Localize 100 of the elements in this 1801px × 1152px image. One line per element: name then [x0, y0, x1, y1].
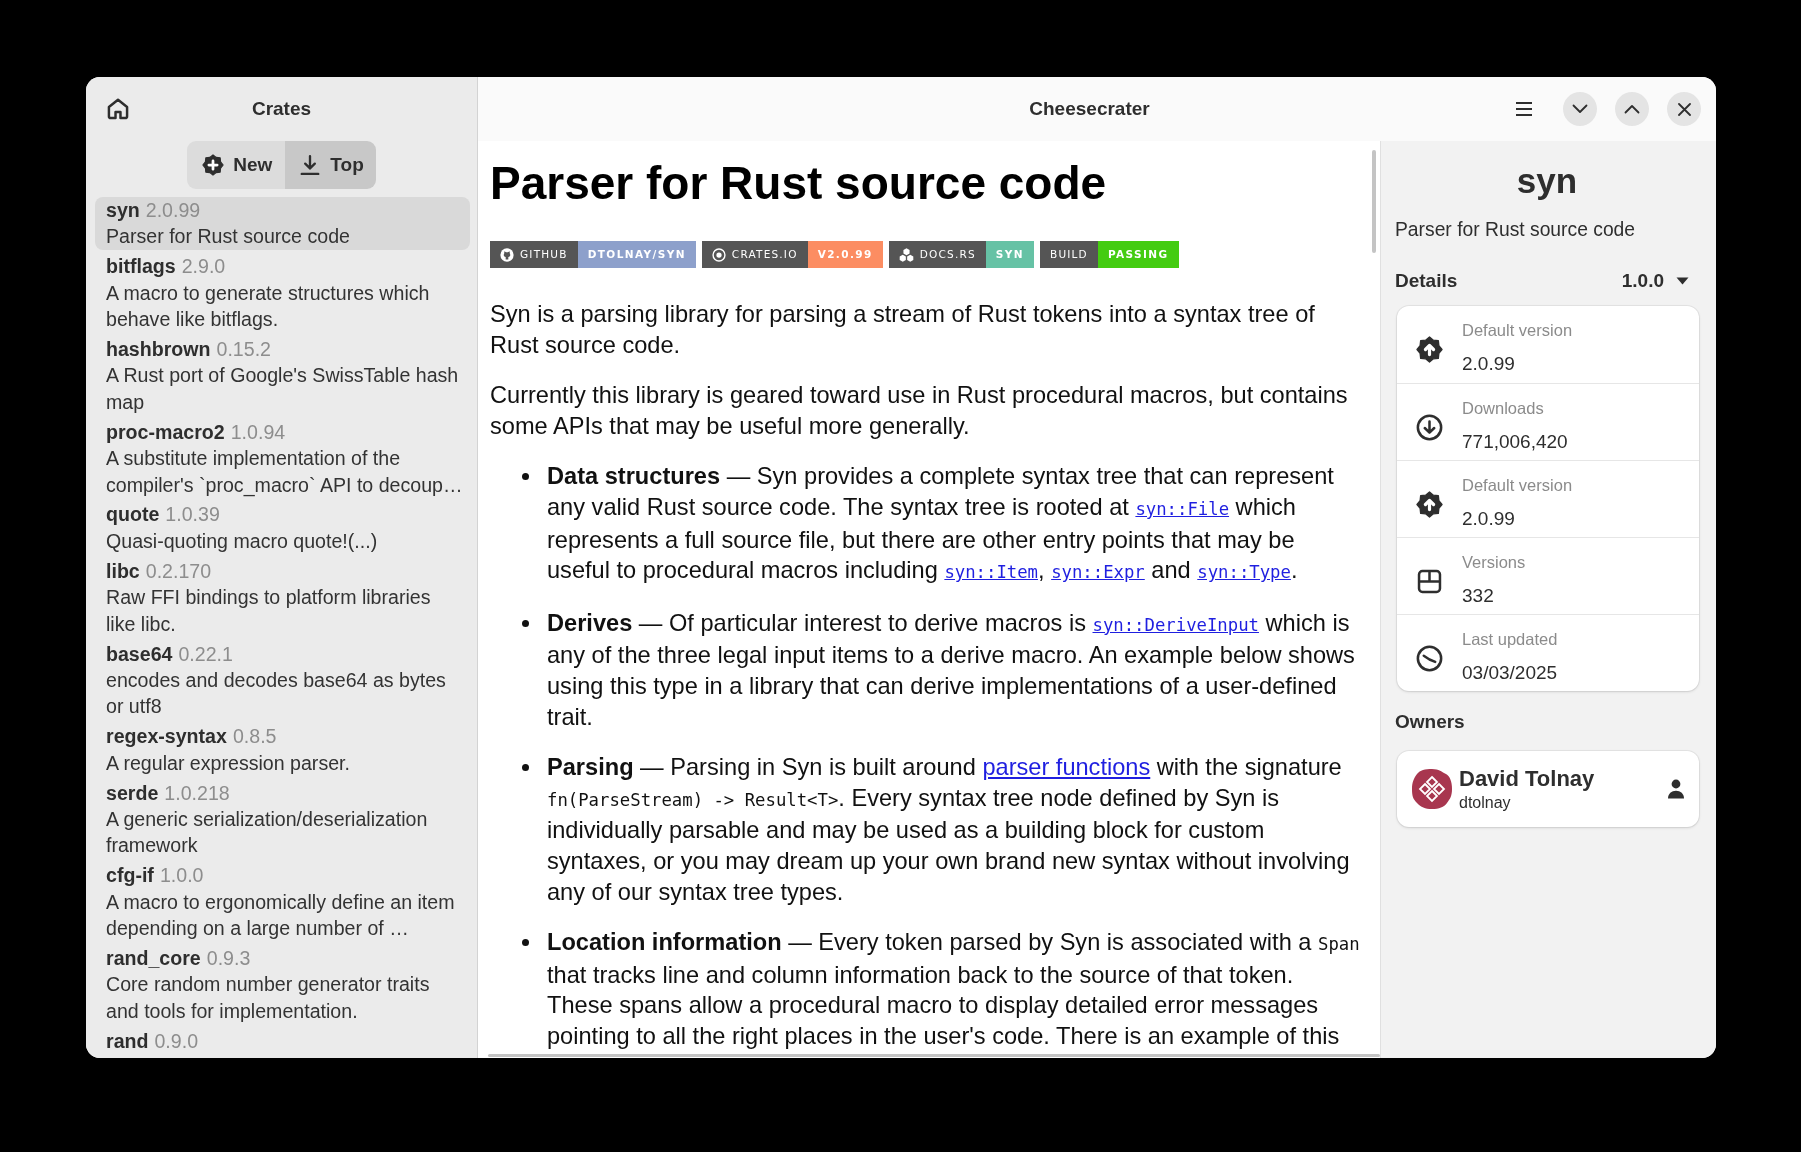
crate-list-item[interactable]: bitflags 2.9.0 A macro to generate structures which behave like bitflags. — [95, 253, 470, 333]
bullet-icon — [522, 619, 529, 627]
list-item-text: Location information — Every token parsed by Syn is associated with a Span that tracks line and column information back to the source of that token. These spans allow a procedural macro to display detailed error messages pointing to all the right places in the user's code. There is an example of this — [547, 928, 1361, 1051]
minimize-button[interactable] — [1563, 92, 1597, 126]
detail-value: 332 — [1462, 583, 1495, 608]
crate-name: hashbrown — [106, 338, 211, 361]
version-dropdown[interactable]: 1.0.0 — [1621, 270, 1699, 292]
crate-list-item[interactable]: proc-macro2 1.0.94 A substitute implementation of the compiler's `proc_macro` API to decoup… — [95, 418, 470, 498]
crate-name: serde — [106, 781, 159, 804]
crate-summary: Parser for Rust source code — [1395, 218, 1637, 242]
section-title: Owners — [1395, 710, 1466, 734]
readme-paragraph: Currently this library is geared toward use in Rust procedural macros, but contains some APIs that may be useful more generally. — [490, 381, 1349, 441]
chevron-up-icon — [1624, 104, 1640, 114]
badge-value: DTOLNAY/SYN — [577, 241, 696, 268]
list-item-text: Derives — Of particular interest to derive macros is syn::DeriveInput which is any of the three legal input items to a derive macro. An example below shows using this type in a library that can derive implementations of a user-defined trait. — [547, 608, 1356, 732]
crate-version: 2.0.99 — [145, 199, 201, 221]
crate-description: A Rust port of Google's SwissTable hash map — [106, 363, 460, 415]
crate-version: 0.9.3 — [206, 946, 251, 969]
code-link[interactable]: syn::Expr — [1051, 562, 1145, 583]
code-link[interactable]: syn::DeriveInput — [1092, 614, 1259, 635]
sort-tab[interactable]: Top — [285, 141, 376, 189]
code-link[interactable]: syn::File — [1135, 498, 1230, 519]
crate-description: Quasi-quoting macro quote!(...) — [106, 528, 379, 554]
badge-label-text: CRATES.IO — [731, 247, 798, 262]
crate-list-item[interactable]: libc 0.2.170 Raw FFI bindings to platform libraries like libc. — [95, 557, 470, 637]
detail-value: 03/03/2025 — [1462, 660, 1559, 685]
crate-list-item[interactable]: hashbrown 0.15.2 A Rust port of Google's SwissTable hash map — [95, 336, 470, 416]
crate-list-item[interactable]: syn 2.0.99 Parser for Rust source code — [95, 197, 470, 250]
readme-heading: Parser for Rust source code — [490, 156, 1108, 211]
crate-name: bitflags — [106, 255, 176, 278]
crate-version: 0.22.1 — [178, 642, 233, 665]
text-link[interactable]: parser functions — [982, 754, 1151, 781]
list-item-text: Parsing — Parsing in Syn is built around parser functions with the signature fn(ParseStream) -> Result<T>. Every syntax tree node defined by Syn is individually parsable and may be used as a building block for custom syntaxes, or you may dream up your own brand new syntax without involving any of our syntax tree types. — [547, 753, 1351, 907]
crate-description: Raw FFI bindings to platform libraries like libc. — [106, 585, 432, 637]
cat-icon — [500, 247, 514, 262]
code-link[interactable]: syn::Type — [1197, 562, 1291, 583]
crate-list-item[interactable]: base64 0.22.1 encodes and decodes base64 as bytes or utf8 — [95, 640, 470, 720]
horizontal-scrollbar[interactable] — [488, 1054, 1380, 1057]
badge-value: SYN — [985, 241, 1034, 268]
crate-name: cfg-if — [106, 864, 154, 887]
vertical-scrollbar[interactable] — [1372, 150, 1376, 253]
crate-name: quote — [106, 503, 160, 526]
crate-name: rand_core — [106, 946, 201, 969]
badge-value: V2.0.99 — [807, 241, 883, 268]
person-icon — [1667, 779, 1685, 799]
list-item-text: Data structures — Syn provides a complete syntax tree that can represent any valid Rust source code. The syntax tree is rooted at syn::File which represents a full source file, but there are other entry points that may be useful to procedural macros including syn::Item, syn::Expr and syn::Type. — [547, 462, 1335, 586]
code-link[interactable]: syn::Item — [944, 562, 1038, 583]
owner-card[interactable]: David Tolnay dtolnay — [1397, 751, 1699, 827]
readme-paragraph: Syn is a parsing library for parsing a stream of Rust tokens into a syntax tree of Rust source code. — [490, 300, 1316, 360]
crate-name: libc — [106, 559, 140, 582]
crate-version: 0.9.0 — [154, 1029, 199, 1052]
maximize-button[interactable] — [1615, 92, 1649, 126]
ring-icon — [711, 247, 726, 262]
chevron-down-icon — [1572, 104, 1588, 114]
download-icon — [299, 154, 322, 176]
detail-label: Downloads — [1462, 398, 1545, 419]
badge-value: PASSING — [1097, 241, 1179, 268]
crate-list-item[interactable]: regex-syntax 0.8.5 A regular expression parser. — [95, 723, 470, 777]
seal-arrow-icon — [1416, 490, 1443, 518]
window-title: Cheesecrater — [1029, 98, 1150, 120]
detail-label: Versions — [1462, 552, 1527, 573]
badge-label-text: BUILD — [1050, 247, 1088, 262]
crate-description: Parser for Rust source code — [106, 224, 351, 250]
box-icon — [1417, 568, 1442, 594]
badge-label-text: DOCS.RS — [919, 247, 976, 262]
crate-description: encodes and decodes base64 as bytes or utf8 — [106, 667, 447, 720]
crate-name: base64 — [106, 642, 173, 665]
bullet-icon — [522, 939, 529, 947]
crate-list-item[interactable]: cfg-if 1.0.0 A macro to ergonomically define an item depending on a large number of … — [95, 862, 470, 942]
crate-list-item[interactable]: serde 1.0.218 A generic serialization/deserialization framework — [95, 779, 470, 859]
crate-name: regex-syntax — [106, 725, 227, 748]
detail-label: Default version — [1462, 475, 1574, 496]
arrow-down-circle-icon — [1416, 413, 1443, 441]
crate-version: 1.0.218 — [164, 781, 230, 804]
crate-list-item[interactable]: quote 1.0.39 Quasi-quoting macro quote!(...) — [95, 501, 470, 555]
menu-icon — [1515, 101, 1533, 117]
crate-description: A generic serialization/deserialization framework — [106, 806, 429, 859]
crate-description: A regular expression parser. — [106, 750, 351, 776]
crate-list-item[interactable]: rand_core 0.9.3 Core random number generator traits and tools for implementation. — [95, 944, 470, 1025]
avatar-icon — [1410, 768, 1453, 810]
seal-arrow-icon — [1416, 336, 1443, 363]
clock-icon — [1416, 644, 1443, 672]
seal-plus-icon — [202, 154, 225, 176]
crate-description: Core random number generator traits and tools for implementation. — [106, 972, 431, 1024]
crate-version: 1.0.39 — [165, 503, 220, 526]
detail-label: Default version — [1462, 320, 1574, 341]
crate-list-item[interactable]: rand 0.9.0 — [95, 1027, 470, 1055]
close-button[interactable] — [1667, 92, 1701, 126]
crate-version: 1.0.94 — [230, 420, 286, 443]
detail-label: Last updated — [1462, 629, 1559, 650]
badge-label-text: GITHUB — [520, 247, 568, 262]
home-icon — [107, 98, 129, 120]
crate-version: 0.2.170 — [145, 559, 212, 582]
crate-name: proc-macro2 — [106, 420, 225, 443]
detail-value: 2.0.99 — [1462, 506, 1516, 531]
crate-description: A macro to ergonomically define an item depending on a large number of … — [106, 889, 456, 942]
sort-tab[interactable]: New — [187, 141, 286, 189]
crate-title: syn — [1516, 161, 1578, 201]
crate-version: 2.9.0 — [181, 255, 226, 278]
bullet-icon — [522, 473, 529, 481]
